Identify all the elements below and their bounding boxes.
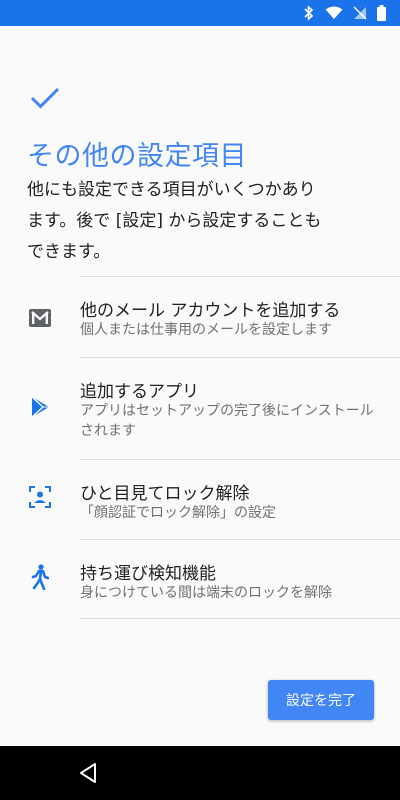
wifi-icon — [325, 6, 343, 20]
face-unlock-icon — [26, 483, 54, 511]
back-icon[interactable] — [78, 762, 98, 788]
list-item-add-email[interactable]: 他のメール アカウントを追加する 個人または仕事用のメールを設定します — [0, 276, 400, 357]
item-title: ひと目見てロック解除 — [80, 484, 250, 504]
navigation-bar — [0, 746, 400, 800]
bluetooth-icon — [303, 5, 315, 21]
list-item-additional-apps[interactable]: 追加するアプリ アプリはセットアップの完了後にインストールされます — [0, 357, 400, 459]
item-title: 他のメール アカウントを追加する — [80, 301, 341, 321]
item-title: 持ち運び検知機能 — [80, 564, 216, 584]
list-item-face-unlock[interactable]: ひと目見てロック解除 「顔認証でロック解除」の設定 — [0, 459, 400, 539]
done-button[interactable]: 設定を完了 — [268, 680, 374, 720]
item-title: 追加するアプリ — [80, 382, 199, 402]
signal-icon — [353, 6, 367, 20]
divider — [80, 618, 400, 619]
gmail-icon — [26, 304, 54, 332]
item-subtitle: 個人または仕事用のメールを設定します — [80, 322, 332, 338]
checkmark-icon — [30, 86, 60, 114]
page-description: 他にも設定できる項目がいくつかあります。後で [設定] から設定することもできま… — [27, 180, 322, 262]
item-subtitle: アプリはセットアップの完了後にインストールされます — [80, 403, 374, 439]
item-subtitle: 「顔認証でロック解除」の設定 — [80, 505, 276, 521]
play-store-icon — [26, 393, 54, 421]
list-item-on-body-detection[interactable]: 持ち運び検知機能 身につけている間は端末のロックを解除 — [0, 539, 400, 618]
page-title: その他の設定項目 — [27, 141, 247, 172]
battery-icon — [377, 5, 386, 21]
status-bar — [0, 0, 400, 26]
item-subtitle: 身につけている間は端末のロックを解除 — [80, 585, 332, 601]
walking-person-icon — [26, 563, 54, 591]
